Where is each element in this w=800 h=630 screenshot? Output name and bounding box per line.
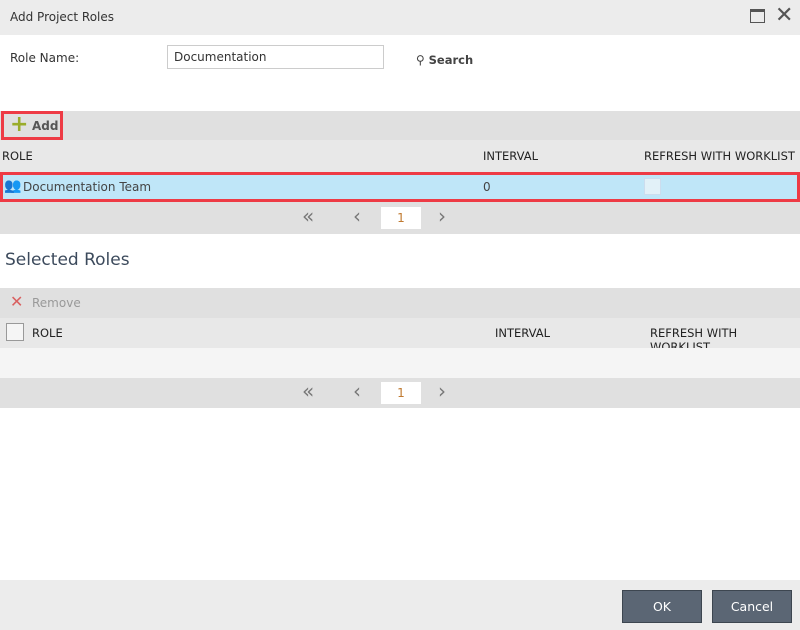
search-button[interactable]: ⚲ Search [416, 53, 473, 67]
selected-pager: « ‹ 1 › [0, 378, 800, 408]
plus-icon: + [10, 112, 29, 137]
title-bar [0, 0, 800, 35]
next-page-icon[interactable]: › [438, 379, 446, 403]
prev-page-icon[interactable]: ‹ [353, 379, 361, 403]
col-interval[interactable]: INTERVAL [483, 149, 538, 163]
remove-x-icon: ✕ [10, 292, 24, 311]
prev-page-icon[interactable]: ‹ [353, 204, 361, 228]
selected-header: ROLE INTERVAL REFRESH WITH WORKLIST [0, 318, 800, 354]
available-pager: « ‹ 1 › [0, 202, 800, 234]
available-toolbar [0, 111, 800, 140]
close-icon[interactable]: ✕ [775, 3, 793, 28]
ok-button[interactable]: OK [622, 590, 702, 623]
first-page-icon[interactable]: « [302, 204, 314, 228]
table-row[interactable]: 👥 Documentation Team 0 [0, 172, 800, 202]
select-all-checkbox[interactable] [6, 323, 24, 341]
role-name-label: Role Name: [10, 51, 80, 65]
add-button[interactable]: + Add [1, 111, 63, 140]
col-refresh[interactable]: REFRESH WITH WORKLIST [644, 149, 795, 163]
refresh-checkbox[interactable] [644, 178, 661, 195]
selected-empty-body [0, 348, 800, 378]
role-group-icon: 👥 [4, 178, 22, 194]
col-role[interactable]: ROLE [2, 149, 33, 163]
selected-toolbar: ✕ Remove [0, 288, 800, 318]
maximize-icon[interactable] [750, 9, 765, 23]
page-number[interactable]: 1 [381, 382, 421, 404]
role-name-input[interactable] [167, 45, 384, 69]
dialog-title: Add Project Roles [10, 10, 115, 24]
selected-heading: Selected Roles [5, 250, 130, 270]
next-page-icon[interactable]: › [438, 204, 446, 228]
available-header: ROLE INTERVAL REFRESH WITH WORKLIST [0, 140, 800, 172]
remove-button[interactable]: Remove [32, 296, 81, 310]
cancel-button[interactable]: Cancel [712, 590, 792, 623]
page-number[interactable]: 1 [381, 207, 421, 229]
first-page-icon[interactable]: « [302, 379, 314, 403]
search-icon: ⚲ [416, 53, 425, 67]
